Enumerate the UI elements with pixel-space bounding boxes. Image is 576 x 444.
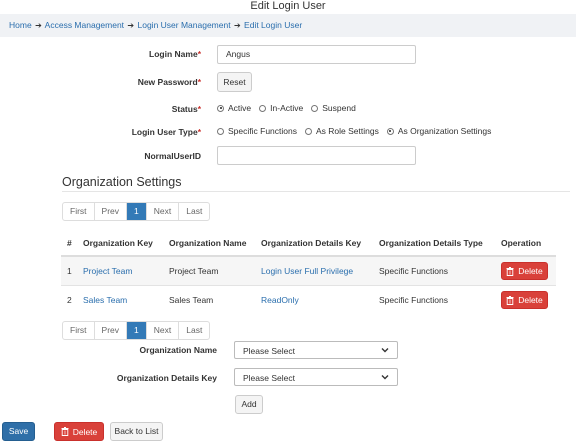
organization-details-key-label: Organization Details Key bbox=[116, 373, 217, 383]
details-key-cell: ReadOnly bbox=[255, 285, 373, 314]
row-delete-button[interactable]: Delete bbox=[501, 262, 548, 280]
pager-next[interactable]: Next bbox=[147, 203, 180, 220]
pagination-top: First Prev 1 Next Last bbox=[62, 202, 211, 221]
radio-selected-icon[interactable] bbox=[386, 127, 394, 135]
column-header: # bbox=[61, 231, 77, 257]
status-radio-group: Active In-Active Suspend bbox=[217, 103, 364, 113]
login-user-type-label: Login User Type* bbox=[131, 127, 201, 137]
pager-first[interactable]: First bbox=[63, 322, 95, 339]
organization-name-label: Organization Name bbox=[139, 345, 217, 355]
row-delete-button[interactable]: Delete bbox=[501, 291, 548, 309]
arrow-right-icon: ➔ bbox=[233, 21, 241, 30]
page-title: Edit Login User bbox=[250, 0, 326, 12]
type-option-as-role-settings[interactable]: As Role Settings bbox=[304, 126, 379, 136]
breadcrumb-home[interactable]: Home bbox=[9, 20, 32, 30]
table-header-row: # Organization Key Organization Name Org… bbox=[61, 231, 556, 257]
radio-selected-icon[interactable] bbox=[217, 104, 224, 112]
arrow-right-icon: ➔ bbox=[35, 21, 42, 30]
type-option-as-organization-settings[interactable]: As Organization Settings bbox=[386, 126, 491, 136]
pager-last[interactable]: Last bbox=[179, 203, 209, 220]
status-option-suspend[interactable]: Suspend bbox=[311, 103, 356, 113]
pagination-bottom: First Prev 1 Next Last bbox=[62, 321, 211, 340]
trash-icon bbox=[506, 295, 514, 305]
pager-next[interactable]: Next bbox=[147, 322, 180, 339]
pager-prev[interactable]: Prev bbox=[95, 322, 128, 339]
org-key-link[interactable]: Project Team bbox=[83, 266, 132, 276]
operation-cell: Delete bbox=[495, 255, 556, 286]
type-option-specific-functions[interactable]: Specific Functions bbox=[217, 126, 297, 136]
organization-name-select[interactable]: Please Select bbox=[234, 341, 398, 359]
trash-icon bbox=[61, 427, 69, 436]
details-type-cell: Specific Functions bbox=[373, 255, 495, 286]
login-name-input[interactable]: Angus bbox=[217, 45, 416, 64]
breadcrumb-login-user-management[interactable]: Login User Management bbox=[138, 20, 231, 30]
delete-button[interactable]: Delete bbox=[54, 422, 104, 441]
organization-details-key-select[interactable]: Please Select bbox=[234, 368, 398, 386]
org-name-cell: Sales Team bbox=[163, 285, 255, 314]
status-label: Status* bbox=[171, 104, 201, 114]
details-type-cell: Specific Functions bbox=[373, 285, 495, 314]
details-key-cell: Login User Full Privilege bbox=[255, 255, 373, 286]
table-row: 1 Project Team Project Team Login User F… bbox=[61, 255, 556, 286]
save-button[interactable]: Save bbox=[2, 422, 35, 441]
arrow-right-icon: ➔ bbox=[127, 21, 135, 30]
pager-prev[interactable]: Prev bbox=[95, 203, 128, 220]
column-header: Organization Name bbox=[163, 231, 255, 257]
back-to-list-button[interactable]: Back to List bbox=[110, 422, 163, 441]
details-key-link[interactable]: Login User Full Privilege bbox=[261, 266, 353, 276]
add-button[interactable]: Add bbox=[235, 395, 263, 414]
row-number: 2 bbox=[61, 285, 77, 314]
pager-first[interactable]: First bbox=[63, 203, 95, 220]
column-header: Organization Details Key bbox=[255, 231, 373, 257]
row-number: 1 bbox=[61, 255, 77, 286]
login-name-label: Login Name* bbox=[149, 49, 201, 59]
status-option-inactive[interactable]: In-Active bbox=[259, 103, 303, 113]
organization-settings-title: Organization Settings bbox=[62, 175, 182, 189]
login-user-type-radio-group: Specific Functions As Role Settings As O… bbox=[217, 126, 499, 136]
column-header: Operation bbox=[495, 231, 556, 257]
section-divider bbox=[62, 191, 570, 192]
chevron-down-icon bbox=[381, 348, 389, 353]
table-row: 2 Sales Team Sales Team ReadOnly Specifi… bbox=[61, 285, 556, 314]
breadcrumb-edit-login-user[interactable]: Edit Login User bbox=[244, 20, 302, 30]
radio-icon[interactable] bbox=[217, 127, 224, 135]
normal-user-id-label: NormalUserID bbox=[144, 151, 201, 161]
radio-icon[interactable] bbox=[311, 104, 319, 112]
normal-user-id-input[interactable] bbox=[217, 146, 416, 165]
pager-page-1[interactable]: 1 bbox=[127, 203, 147, 220]
operation-cell: Delete bbox=[495, 285, 556, 314]
breadcrumb: Home ➔ Access Management ➔ Login User Ma… bbox=[0, 14, 576, 37]
pager-last[interactable]: Last bbox=[179, 322, 209, 339]
trash-icon bbox=[506, 266, 514, 276]
column-header: Organization Details Type bbox=[373, 231, 495, 257]
pager-page-1[interactable]: 1 bbox=[127, 322, 147, 339]
breadcrumb-access-management[interactable]: Access Management bbox=[45, 20, 124, 30]
chevron-down-icon bbox=[381, 375, 389, 380]
status-option-active[interactable]: Active bbox=[217, 103, 251, 113]
org-key-cell: Sales Team bbox=[77, 285, 163, 314]
radio-icon[interactable] bbox=[304, 127, 312, 135]
org-name-cell: Project Team bbox=[163, 255, 255, 286]
column-header: Organization Key bbox=[77, 231, 163, 257]
reset-password-button[interactable]: Reset bbox=[217, 72, 252, 92]
org-key-link[interactable]: Sales Team bbox=[83, 295, 127, 305]
organization-table: # Organization Key Organization Name Org… bbox=[61, 231, 556, 314]
radio-icon[interactable] bbox=[259, 104, 267, 112]
new-password-label: New Password* bbox=[137, 77, 201, 87]
details-key-link[interactable]: ReadOnly bbox=[261, 295, 299, 305]
org-key-cell: Project Team bbox=[77, 255, 163, 286]
